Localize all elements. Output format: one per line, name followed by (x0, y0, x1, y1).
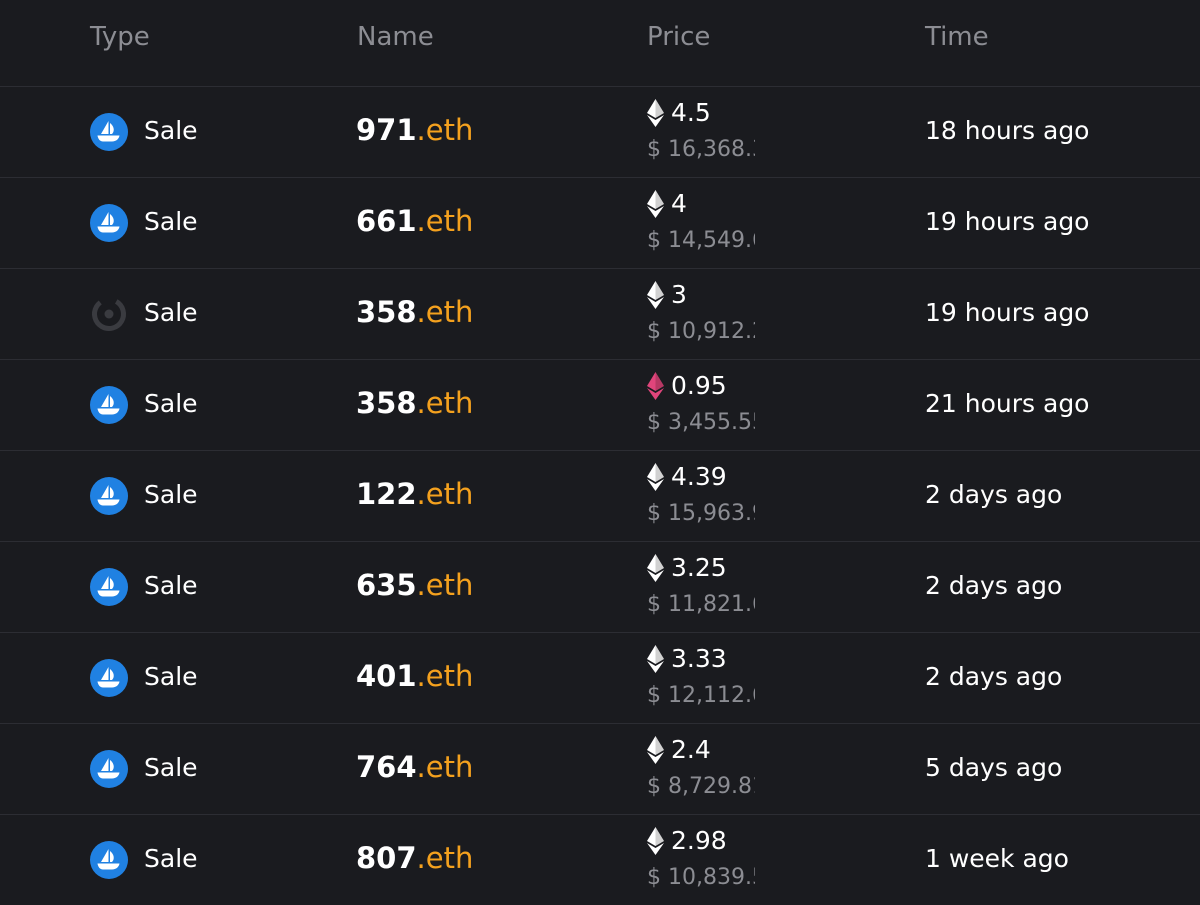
table-row[interactable]: Sale 358.eth 0.95 $ 3,455.55 21 hours ago (0, 360, 1200, 451)
opensea-icon (89, 112, 129, 152)
type-label: Sale (144, 662, 198, 691)
table-row[interactable]: Sale 661.eth 4 $ 14,549.68 19 hours ago (0, 178, 1200, 269)
domain-tld: .eth (416, 204, 474, 238)
opensea-icon (89, 840, 129, 880)
time-ago: 21 hours ago (925, 389, 1090, 418)
domain-name-link[interactable]: 122.eth (356, 477, 473, 511)
time-ago: 2 days ago (925, 571, 1063, 600)
eth-white-icon (647, 190, 664, 218)
opensea-icon (89, 385, 129, 425)
domain-name-link[interactable]: 358.eth (356, 386, 473, 420)
type-label: Sale (144, 844, 198, 873)
table-row[interactable]: Sale 122.eth 4.39 $ 15,963.91 2 days ago (0, 451, 1200, 542)
usd-price: $ 12,112.61 (647, 683, 755, 708)
eth-white-icon (647, 736, 664, 764)
type-label: Sale (144, 116, 198, 145)
domain-number: 971 (356, 113, 417, 147)
domain-tld: .eth (416, 659, 474, 693)
eth-white-icon (647, 281, 664, 309)
time-ago: 18 hours ago (925, 116, 1090, 145)
type-label: Sale (144, 389, 198, 418)
weth-pink-icon (647, 372, 664, 400)
domain-name-link[interactable]: 635.eth (356, 568, 473, 602)
eth-white-icon (647, 99, 664, 127)
domain-tld: .eth (416, 477, 474, 511)
eth-price: 4 (671, 189, 687, 218)
domain-name-link[interactable]: 401.eth (356, 659, 473, 693)
opensea-icon (89, 749, 129, 789)
eth-price: 0.95 (671, 371, 727, 400)
usd-price: $ 3,455.55 (647, 410, 755, 435)
type-label: Sale (144, 298, 198, 327)
table-row[interactable]: Sale 764.eth 2.4 $ 8,729.81 5 days ago (0, 724, 1200, 815)
domain-number: 358 (356, 295, 417, 329)
eth-white-icon (647, 827, 664, 855)
eth-price: 4.5 (671, 98, 711, 127)
domain-number: 358 (356, 386, 417, 420)
domain-number: 764 (356, 750, 417, 784)
header-time: Time (925, 22, 989, 52)
eth-price: 3.25 (671, 553, 727, 582)
domain-name-link[interactable]: 358.eth (356, 295, 473, 329)
domain-number: 635 (356, 568, 417, 602)
domain-name-link[interactable]: 807.eth (356, 841, 473, 875)
activity-table: Type Name Price Time Sale 971.eth 4.5 $ 16,… (0, 0, 1200, 904)
domain-number: 401 (356, 659, 417, 693)
eth-white-icon (647, 554, 664, 582)
table-row[interactable]: Sale 807.eth 2.98 $ 10,839.57 1 week ago (0, 815, 1200, 905)
domain-number: 122 (356, 477, 417, 511)
usd-price: $ 15,963.91 (647, 501, 755, 526)
domain-tld: .eth (416, 568, 474, 602)
looksrare-icon (89, 294, 129, 334)
eth-white-icon (647, 645, 664, 673)
time-ago: 2 days ago (925, 480, 1063, 509)
header-type: Type (90, 22, 150, 52)
table-row[interactable]: Sale 401.eth 3.33 $ 12,112.61 2 days ago (0, 633, 1200, 724)
time-ago: 1 week ago (925, 844, 1069, 873)
domain-name-link[interactable]: 764.eth (356, 750, 473, 784)
usd-price: $ 11,821.62 (647, 592, 755, 617)
usd-price: $ 10,912.26 (647, 319, 755, 344)
domain-number: 661 (356, 204, 417, 238)
domain-name-link[interactable]: 971.eth (356, 113, 473, 147)
eth-price: 4.39 (671, 462, 727, 491)
type-label: Sale (144, 480, 198, 509)
domain-tld: .eth (416, 295, 474, 329)
time-ago: 19 hours ago (925, 207, 1090, 236)
usd-price: $ 14,549.68 (647, 228, 755, 253)
type-label: Sale (144, 753, 198, 782)
table-row[interactable]: Sale 971.eth 4.5 $ 16,368.39 18 hours ago (0, 87, 1200, 178)
time-ago: 2 days ago (925, 662, 1063, 691)
opensea-icon (89, 476, 129, 516)
eth-white-icon (647, 463, 664, 491)
table-header: Type Name Price Time (0, 0, 1200, 87)
time-ago: 5 days ago (925, 753, 1063, 782)
usd-price: $ 10,839.57 (647, 865, 755, 890)
header-price: Price (647, 22, 711, 52)
domain-tld: .eth (416, 386, 474, 420)
table-row[interactable]: Sale 635.eth 3.25 $ 11,821.62 2 days ago (0, 542, 1200, 633)
table-row[interactable]: Sale 358.eth 3 $ 10,912.26 19 hours ago (0, 269, 1200, 360)
domain-name-link[interactable]: 661.eth (356, 204, 473, 238)
time-ago: 19 hours ago (925, 298, 1090, 327)
domain-number: 807 (356, 841, 417, 875)
eth-price: 3.33 (671, 644, 727, 673)
type-label: Sale (144, 571, 198, 600)
eth-price: 2.4 (671, 735, 711, 764)
table-body: Sale971.eth4.5$ 16,368.3918 hours agoSal… (0, 87, 1200, 905)
domain-tld: .eth (416, 113, 474, 147)
eth-price: 3 (671, 280, 687, 309)
eth-price: 2.98 (671, 826, 727, 855)
type-label: Sale (144, 207, 198, 236)
opensea-icon (89, 203, 129, 243)
usd-price: $ 8,729.81 (647, 774, 755, 799)
header-name: Name (357, 22, 434, 52)
opensea-icon (89, 567, 129, 607)
domain-tld: .eth (416, 841, 474, 875)
usd-price: $ 16,368.39 (647, 137, 755, 162)
opensea-icon (89, 658, 129, 698)
domain-tld: .eth (416, 750, 474, 784)
